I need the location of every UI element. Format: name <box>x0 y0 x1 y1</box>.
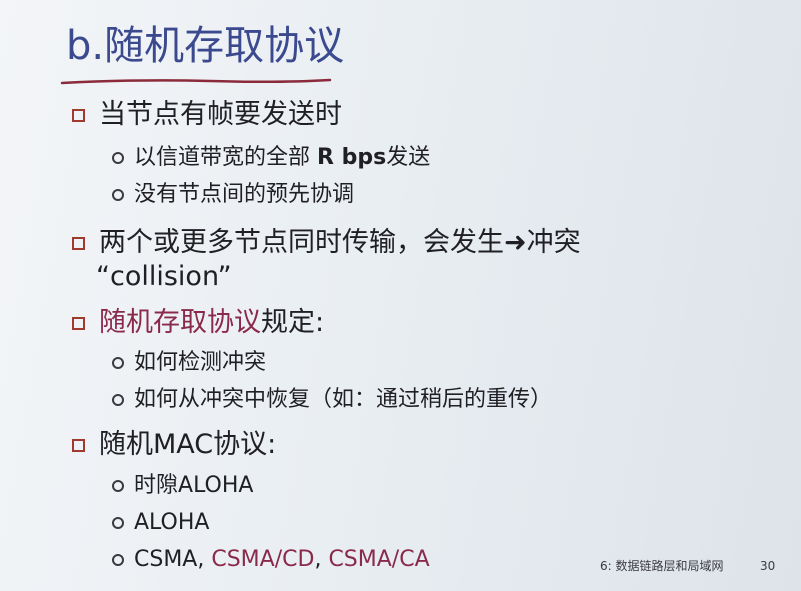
bullet-2-continuation: “collision” <box>96 260 232 294</box>
bullet-3-text-a: 随机存取协议 <box>99 307 261 338</box>
circle-bullet-icon <box>112 357 124 369</box>
sub-bullet-4-1-text-a: 时隙 <box>134 473 179 498</box>
bullet-4: 随机 MAC 协议: <box>72 428 276 462</box>
slide: b.随机存取协议 当节点有帧要发送时 以信道带宽的全部 R bps 发送 没有节… <box>0 0 801 591</box>
circle-bullet-icon <box>112 517 124 529</box>
bullet-4-text-b: MAC <box>153 429 214 460</box>
sub-bullet-1-1-text-c: 发送 <box>386 145 431 170</box>
bullet-2-text: 两个或更多节点同时传输，会发生➜冲突 <box>99 227 581 258</box>
sub-bullet-4-3: CSMA , CSMA/CD , CSMA/CA <box>112 545 430 575</box>
square-bullet-icon <box>72 236 85 250</box>
bullet-2: 两个或更多节点同时传输，会发生➜冲突 <box>72 226 581 260</box>
circle-bullet-icon <box>112 554 124 566</box>
square-bullet-icon <box>72 438 85 452</box>
sub-bullet-3-1-text: 如何检测冲突 <box>134 350 267 375</box>
bullet-4-text-a: 随机 <box>99 429 153 460</box>
footer-chapter-label: 6: 数据链路层和局域网 <box>600 559 724 573</box>
bullet-4-text-c: 协议: <box>213 429 277 460</box>
bullet-2-continuation-text: “collision” <box>96 261 232 292</box>
circle-bullet-icon <box>112 394 124 406</box>
sub-bullet-1-1-text-b: R bps <box>317 145 387 170</box>
sub-bullet-4-2-text: ALOHA <box>134 510 210 535</box>
sub-bullet-4-1: 时隙 ALOHA <box>112 471 253 501</box>
sub-bullet-4-3-text-e: CSMA/CA <box>328 547 430 572</box>
bullet-3: 随机存取协议 规定: <box>72 306 324 340</box>
sub-bullet-3-1: 如何检测冲突 <box>112 348 266 378</box>
circle-bullet-icon <box>112 480 124 492</box>
square-bullet-icon <box>72 108 85 122</box>
sub-bullet-4-3-text-d: , <box>314 547 329 572</box>
sub-bullet-4-3-text-a: CSMA <box>134 547 198 572</box>
square-bullet-icon <box>72 316 85 330</box>
slide-title: b.随机存取协议 <box>66 23 345 69</box>
sub-bullet-4-2: ALOHA <box>112 508 209 538</box>
footer-page-number: 30 <box>760 559 776 573</box>
circle-bullet-icon <box>112 152 124 164</box>
sub-bullet-1-1: 以信道带宽的全部 R bps 发送 <box>112 143 430 173</box>
title-underline <box>60 77 332 87</box>
sub-bullet-3-2-text: 如何从冲突中恢复（如：通过稍后的重传） <box>134 387 553 412</box>
bullet-3-text-b: 规定: <box>261 307 325 338</box>
sub-bullet-4-1-text-b: ALOHA <box>178 473 254 498</box>
circle-bullet-icon <box>112 189 124 201</box>
sub-bullet-4-3-text-c: CSMA/CD <box>211 547 315 572</box>
sub-bullet-3-2: 如何从冲突中恢复（如：通过稍后的重传） <box>112 385 552 415</box>
sub-bullet-4-3-text-b: , <box>197 547 212 572</box>
bullet-1: 当节点有帧要发送时 <box>72 98 342 132</box>
bullet-1-text: 当节点有帧要发送时 <box>99 99 342 130</box>
sub-bullet-1-1-text-a: 以信道带宽的全部 <box>134 145 317 170</box>
sub-bullet-1-2-text: 没有节点间的预先协调 <box>134 182 355 207</box>
sub-bullet-1-2: 没有节点间的预先协调 <box>112 180 354 210</box>
